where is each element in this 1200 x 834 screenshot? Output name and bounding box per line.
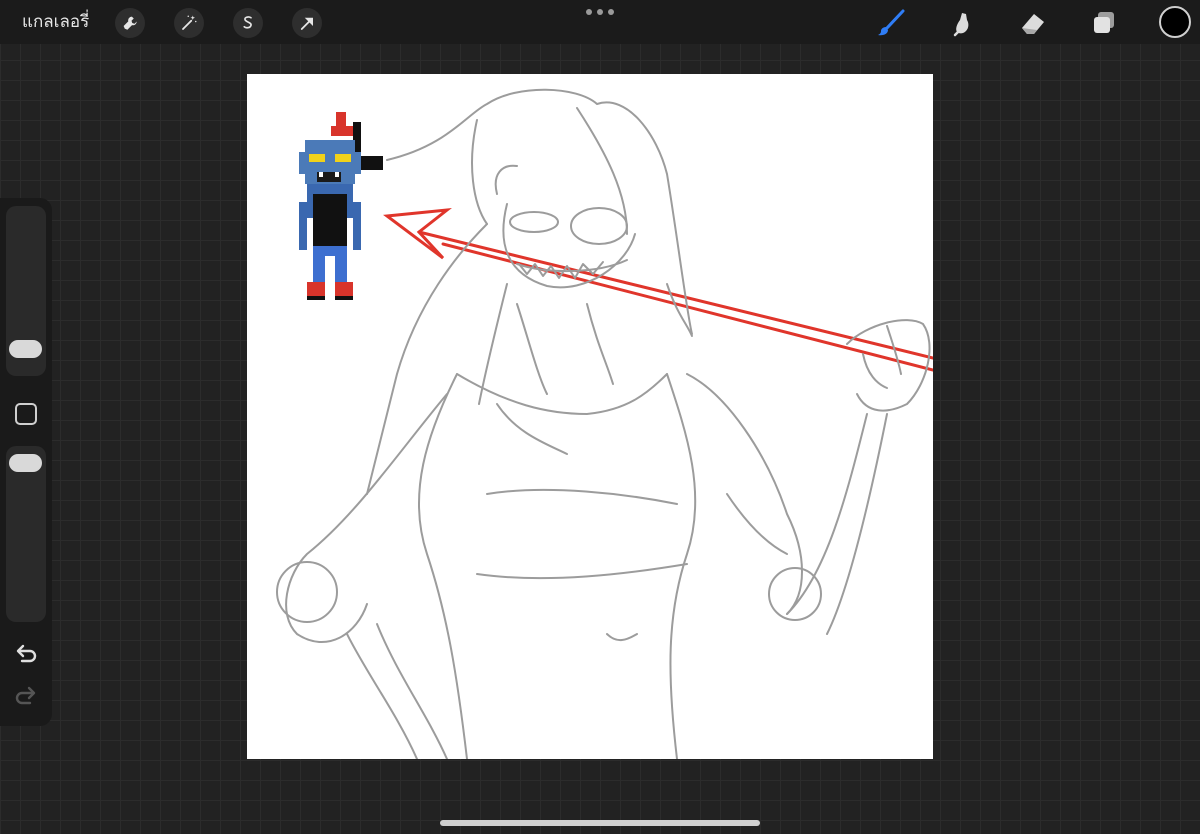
layers-button[interactable] [1087, 6, 1121, 40]
layers-icon [1094, 12, 1114, 33]
opacity-knob[interactable] [9, 454, 42, 472]
actions-button[interactable] [115, 8, 145, 38]
top-toolbar: แกลเลอรี่ [0, 0, 1200, 44]
square-modify-icon[interactable] [15, 403, 37, 425]
figure-sketch [276, 88, 931, 759]
brush-size-knob[interactable] [9, 340, 42, 358]
magic-wand-icon [182, 15, 197, 30]
eraser-icon [1022, 14, 1044, 34]
brush-icon [878, 9, 905, 36]
home-indicator[interactable] [440, 820, 760, 826]
ellipsis-icon [586, 9, 592, 15]
smudge-icon [953, 13, 969, 37]
drawing-canvas[interactable] [247, 74, 933, 759]
more-options-button[interactable] [586, 6, 614, 18]
selection-button[interactable] [233, 8, 263, 38]
spear-lines [383, 207, 933, 372]
redo-arrow-icon [15, 686, 36, 705]
gallery-button[interactable]: แกลเลอรี่ [22, 10, 89, 34]
undo-arrow-icon [16, 644, 37, 663]
redo-button[interactable] [12, 684, 40, 712]
smudge-tool-button[interactable] [945, 6, 979, 40]
opacity-slider[interactable] [6, 446, 46, 622]
transform-arrow-icon [300, 17, 313, 30]
transform-button[interactable] [292, 8, 322, 38]
selection-s-icon [243, 16, 252, 29]
adjustments-button[interactable] [174, 8, 204, 38]
wrench-icon [123, 16, 137, 30]
sidebar [0, 198, 52, 726]
eraser-tool-button[interactable] [1016, 6, 1050, 40]
undo-button[interactable] [12, 642, 40, 670]
color-picker-button[interactable] [1159, 6, 1191, 38]
brush-tool-button[interactable] [874, 6, 908, 40]
pixel-sprite [299, 112, 383, 300]
sketch-artwork [276, 88, 933, 759]
